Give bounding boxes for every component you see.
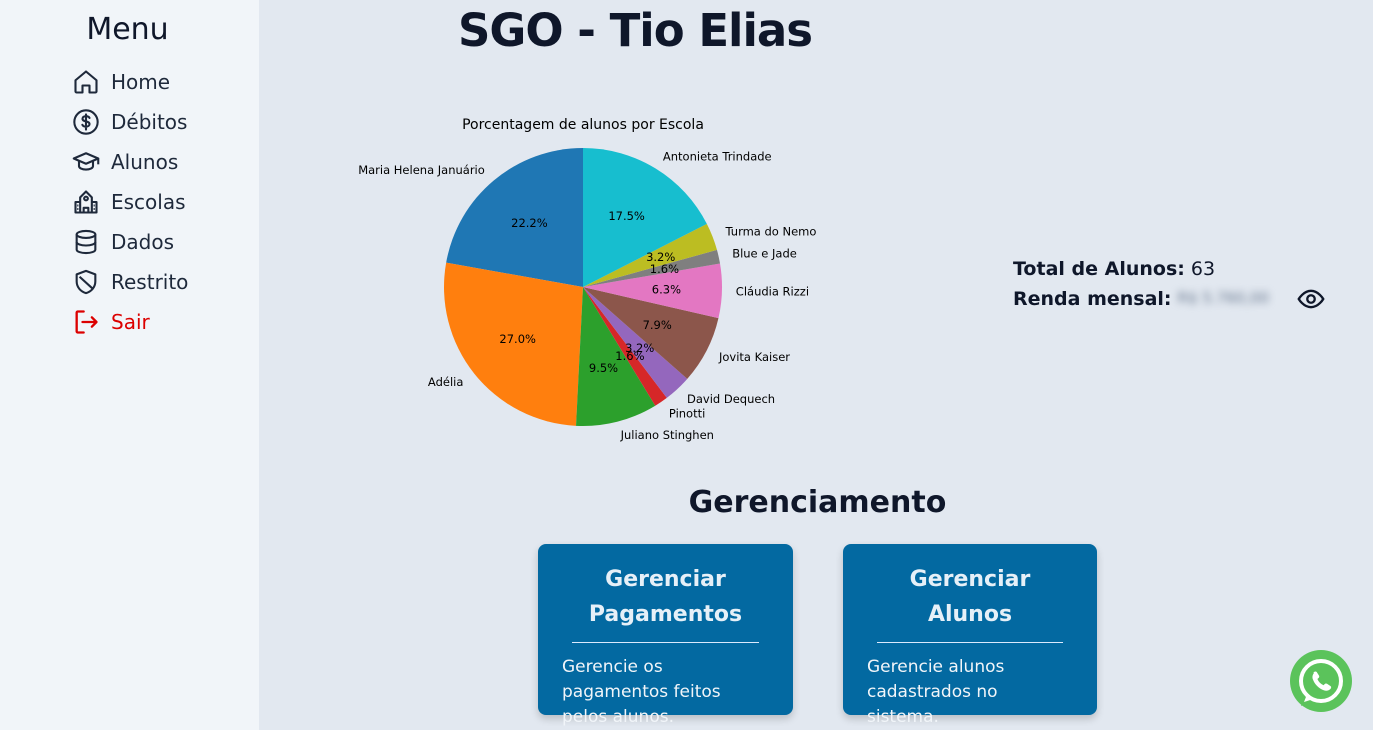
renda-mensal-value: R$ 5.760,00 <box>1177 289 1270 307</box>
sidebar-item-label: Home <box>111 70 171 94</box>
sidebar-nav: Home Débitos Alunos Escolas Dados Restri… <box>71 62 188 342</box>
sidebar-item-dados[interactable]: Dados <box>71 222 188 262</box>
home-icon <box>71 67 101 97</box>
pie-category-label: Turma do Nemo <box>725 225 817 239</box>
card-gerenciar-alunos[interactable]: Gerenciar Alunos Gerencie alunos cadastr… <box>843 544 1097 727</box>
section-title-gerenciamento: Gerenciamento <box>688 485 947 520</box>
sidebar-item-home[interactable]: Home <box>71 62 188 102</box>
graduation-cap-icon <box>71 147 101 177</box>
sidebar-item-label: Débitos <box>111 110 188 134</box>
pie-category-label: Juliano Stinghen <box>620 428 714 442</box>
pie-percent-label: 27.0% <box>499 332 536 346</box>
card-title: Gerenciar Pagamentos <box>572 562 759 643</box>
card-gerenciar-pagamentos[interactable]: Gerenciar Pagamentos Gerencie os pagamen… <box>538 544 793 727</box>
database-icon <box>71 227 101 257</box>
stats-panel: Total de Alunos: 63 Renda mensal: R$ 5.7… <box>1013 254 1326 314</box>
chart-title: Porcentagem de alunos por Escola <box>462 117 704 133</box>
sidebar-item-label: Escolas <box>111 190 186 214</box>
pie-percent-label: 6.3% <box>652 282 681 296</box>
logout-icon <box>71 307 101 337</box>
page-title: SGO - Tio Elias <box>458 4 813 57</box>
sidebar-item-sair[interactable]: Sair <box>71 302 188 342</box>
sidebar-item-label: Alunos <box>111 150 179 174</box>
pie-percent-label: 17.5% <box>608 209 645 223</box>
pie-percent-label: 3.2% <box>625 341 654 355</box>
pie-category-label: Maria Helena Januário <box>358 163 485 177</box>
total-alunos: Total de Alunos: 63 <box>1013 254 1326 284</box>
school-icon <box>71 187 101 217</box>
card-description: Gerencie alunos cadastrados no sistema. <box>867 657 1005 727</box>
card-description: Gerencie os pagamentos feitos pelos alun… <box>562 657 721 727</box>
shield-icon <box>71 267 101 297</box>
renda-mensal-label: Renda mensal: <box>1013 288 1172 310</box>
pie-percent-label: 3.2% <box>646 250 675 264</box>
pie-percent-label: 7.9% <box>643 318 672 332</box>
pie-chart: Porcentagem de alunos por Escola 22.2% Ma… <box>358 117 817 442</box>
dollar-circle-icon <box>71 107 101 137</box>
sidebar-item-label: Dados <box>111 230 175 254</box>
pie-percent-label: 9.5% <box>589 361 618 375</box>
pie-category-label: Adélia <box>428 375 463 389</box>
eye-icon[interactable] <box>1296 284 1326 314</box>
pie-percent-label: 22.2% <box>511 216 548 230</box>
whatsapp-button[interactable] <box>1290 650 1352 712</box>
pie-category-label: Jovita Kaiser <box>718 350 790 364</box>
pie-percent-label: 1.6% <box>650 262 679 276</box>
sidebar-item-debitos[interactable]: Débitos <box>71 102 188 142</box>
menu-title: Menu <box>86 12 169 47</box>
pie-category-label: David Dequech <box>687 392 775 406</box>
pie-category-label: Blue e Jade <box>732 247 797 261</box>
card-title: Gerenciar Alunos <box>877 562 1063 643</box>
sidebar: Menu Home Débitos Alunos Escolas Dados R… <box>0 0 259 730</box>
whatsapp-icon <box>1290 650 1352 712</box>
sidebar-item-label: Restrito <box>111 270 189 294</box>
pie-category-label: Antonieta Trindade <box>663 150 772 164</box>
renda-mensal: Renda mensal: R$ 5.760,00 <box>1013 284 1326 314</box>
pie-category-label: Cláudia Rizzi <box>736 284 809 298</box>
total-alunos-label: Total de Alunos: <box>1013 258 1185 280</box>
total-alunos-value: 63 <box>1190 258 1216 280</box>
sidebar-item-escolas[interactable]: Escolas <box>71 182 188 222</box>
sidebar-item-restrito[interactable]: Restrito <box>71 262 188 302</box>
sidebar-item-alunos[interactable]: Alunos <box>71 142 188 182</box>
pie-category-label: Pinotti <box>669 407 705 421</box>
sidebar-item-label: Sair <box>111 310 150 334</box>
